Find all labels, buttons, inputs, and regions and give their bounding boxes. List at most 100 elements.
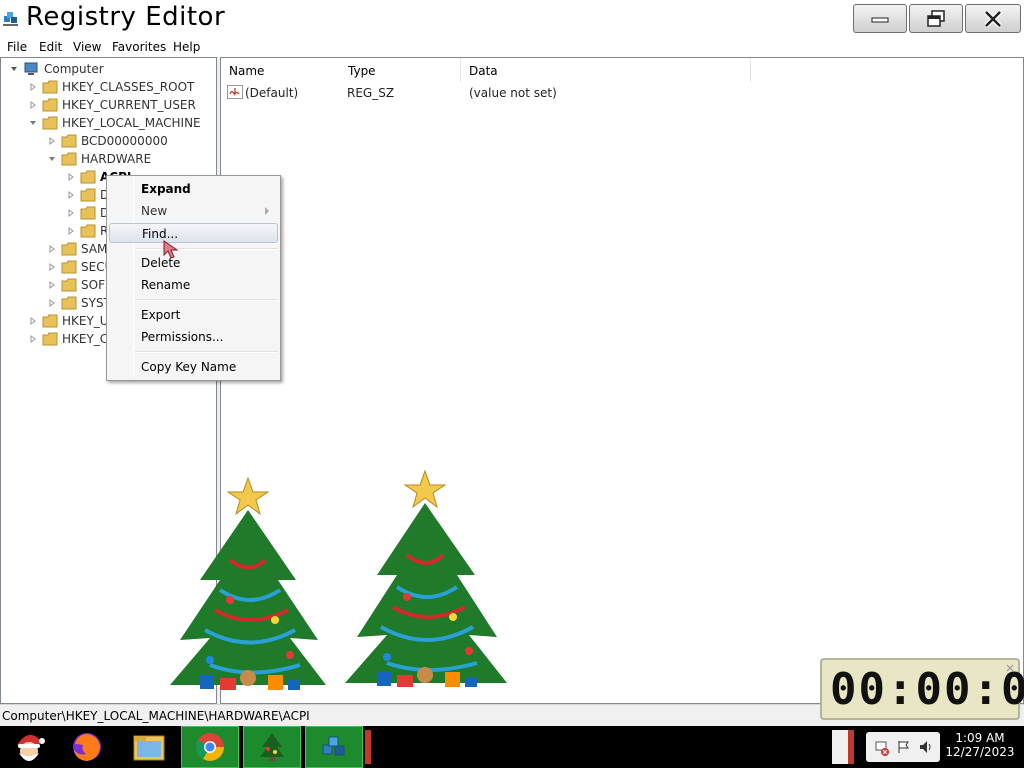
- expand-arrow-icon: [68, 227, 74, 235]
- menu-help[interactable]: Help: [173, 40, 200, 54]
- tree-item-hku[interactable]: HKEY_U: [28, 312, 109, 330]
- tree-label: HKEY_C: [62, 332, 109, 346]
- menu-item-find[interactable]: Find...: [109, 223, 278, 243]
- expand-arrow-icon: [49, 137, 55, 145]
- expand-arrow-icon: [68, 191, 74, 199]
- table-row[interactable]: (Default) REG_SZ (value not set): [227, 84, 927, 102]
- registry-editor-window: Registry Editor File Edit View Favorites…: [0, 0, 1024, 726]
- status-path: Computer\HKEY_LOCAL_MACHINE\HARDWARE\ACP…: [2, 709, 310, 723]
- network-error-icon: [875, 741, 889, 756]
- tray-time: 1:09 AM: [955, 731, 1005, 745]
- menu-item-expand[interactable]: Expand: [109, 179, 278, 199]
- tree-item-resourcemap[interactable]: R: [66, 222, 108, 240]
- tree-item-bcd[interactable]: BCD00000000: [47, 132, 168, 150]
- registry-editor-icon: [3, 12, 18, 26]
- folder-open-icon: [61, 152, 77, 166]
- system-tray: [866, 732, 940, 762]
- expand-arrow-icon: [30, 317, 36, 325]
- tree-item-system[interactable]: SYST: [47, 294, 111, 312]
- menu-item-export[interactable]: Export: [109, 305, 278, 325]
- close-icon: [984, 9, 1002, 28]
- column-header-data[interactable]: Data: [461, 58, 751, 82]
- menu-bar: File Edit View Favorites Help: [0, 37, 1024, 57]
- tree-item-hardware[interactable]: HARDWARE: [47, 150, 151, 168]
- registry-editor-icon: [322, 736, 345, 756]
- tree-item-hkcr[interactable]: HKEY_CLASSES_ROOT: [28, 78, 194, 96]
- chrome-button[interactable]: [181, 726, 239, 768]
- minimize-button[interactable]: [853, 4, 907, 33]
- file-explorer-button[interactable]: [120, 726, 178, 768]
- tree-label: HKEY_U: [62, 314, 109, 328]
- show-hidden-icons-button[interactable]: [832, 730, 854, 764]
- submenu-arrow-icon: [265, 207, 269, 215]
- tree-label: BCD00000000: [81, 134, 168, 148]
- folder-icon: [42, 98, 58, 112]
- tree-label: HKEY_LOCAL_MACHINE: [62, 116, 201, 130]
- tree-label: HARDWARE: [81, 152, 152, 166]
- menu-item-delete[interactable]: Delete: [109, 253, 278, 273]
- mouse-cursor-icon: [163, 240, 179, 259]
- expand-arrow-icon: [68, 209, 74, 217]
- column-header-name[interactable]: Name: [221, 58, 343, 82]
- tree-item-computer[interactable]: Computer: [9, 60, 104, 78]
- folder-icon: [61, 296, 77, 310]
- tree-item-hkcc[interactable]: HKEY_C: [28, 330, 108, 348]
- collapse-arrow-icon: [49, 157, 55, 161]
- folder-icon: [80, 170, 96, 184]
- menu-item-new[interactable]: New: [109, 201, 278, 221]
- close-button[interactable]: [965, 4, 1021, 33]
- folder-icon: [61, 134, 77, 148]
- christmas-tree-app-button[interactable]: [243, 726, 301, 768]
- tray-date: 12/27/2023: [945, 745, 1015, 759]
- window-title: Registry Editor: [26, 2, 226, 32]
- desktop-clock-widget[interactable]: 00:00:00: [820, 658, 1024, 720]
- firefox-button[interactable]: [58, 726, 116, 768]
- folder-icon: [80, 224, 96, 238]
- folder-icon: [61, 260, 77, 274]
- tray-clock[interactable]: 1:09 AM 12/27/2023: [940, 731, 1020, 759]
- collapse-arrow-icon: [11, 67, 17, 71]
- tree-item-software[interactable]: SOF: [47, 276, 105, 294]
- expand-arrow-icon: [68, 173, 74, 181]
- chrome-icon: [196, 733, 224, 761]
- menu-edit[interactable]: Edit: [39, 40, 62, 54]
- menu-file[interactable]: File: [7, 40, 27, 54]
- restore-button[interactable]: [909, 4, 963, 33]
- title-bar[interactable]: Registry Editor: [0, 0, 1024, 37]
- tree-item-devicemap[interactable]: D: [66, 204, 109, 222]
- flag-icon: [898, 741, 909, 753]
- menu-item-copy-key-name[interactable]: Copy Key Name: [109, 357, 278, 377]
- folder-icon: [42, 314, 58, 328]
- tree-label: HKEY_CURRENT_USER: [62, 98, 196, 112]
- tree-item-hklm[interactable]: HKEY_LOCAL_MACHINE: [28, 114, 201, 132]
- menu-item-rename[interactable]: Rename: [109, 275, 278, 295]
- start-button[interactable]: [0, 726, 58, 768]
- restore-icon: [927, 9, 945, 27]
- tree-item-hkcu[interactable]: HKEY_CURRENT_USER: [28, 96, 196, 114]
- value-data: (value not set): [469, 86, 557, 100]
- christmas-tree-icon: [260, 733, 284, 761]
- santa-start-icon: [17, 734, 45, 761]
- computer-icon: [24, 62, 38, 75]
- string-value-icon: [227, 85, 243, 99]
- folder-icon: [80, 206, 96, 220]
- folder-icon: [42, 332, 58, 346]
- minimize-icon: [871, 17, 889, 22]
- tree-item-description[interactable]: D: [66, 186, 109, 204]
- menu-favorites[interactable]: Favorites: [112, 40, 166, 54]
- expand-arrow-icon: [49, 299, 55, 307]
- tree-item-sam[interactable]: SAM: [47, 240, 107, 258]
- expand-arrow-icon: [30, 101, 36, 109]
- tree-item-security[interactable]: SECU: [47, 258, 113, 276]
- menu-item-permissions[interactable]: Permissions...: [109, 327, 278, 347]
- file-explorer-icon: [133, 735, 165, 761]
- registry-editor-task-button[interactable]: [305, 726, 363, 768]
- expand-arrow-icon: [30, 335, 36, 343]
- context-menu: Expand New Find... Delete Rename Export …: [106, 175, 281, 381]
- folder-icon: [80, 188, 96, 202]
- christmas-tree-decoration-left: [170, 476, 326, 690]
- menu-view[interactable]: View: [73, 40, 101, 54]
- folder-icon: [61, 278, 77, 292]
- volume-icon: [920, 741, 931, 753]
- column-header-type[interactable]: Type: [340, 58, 461, 82]
